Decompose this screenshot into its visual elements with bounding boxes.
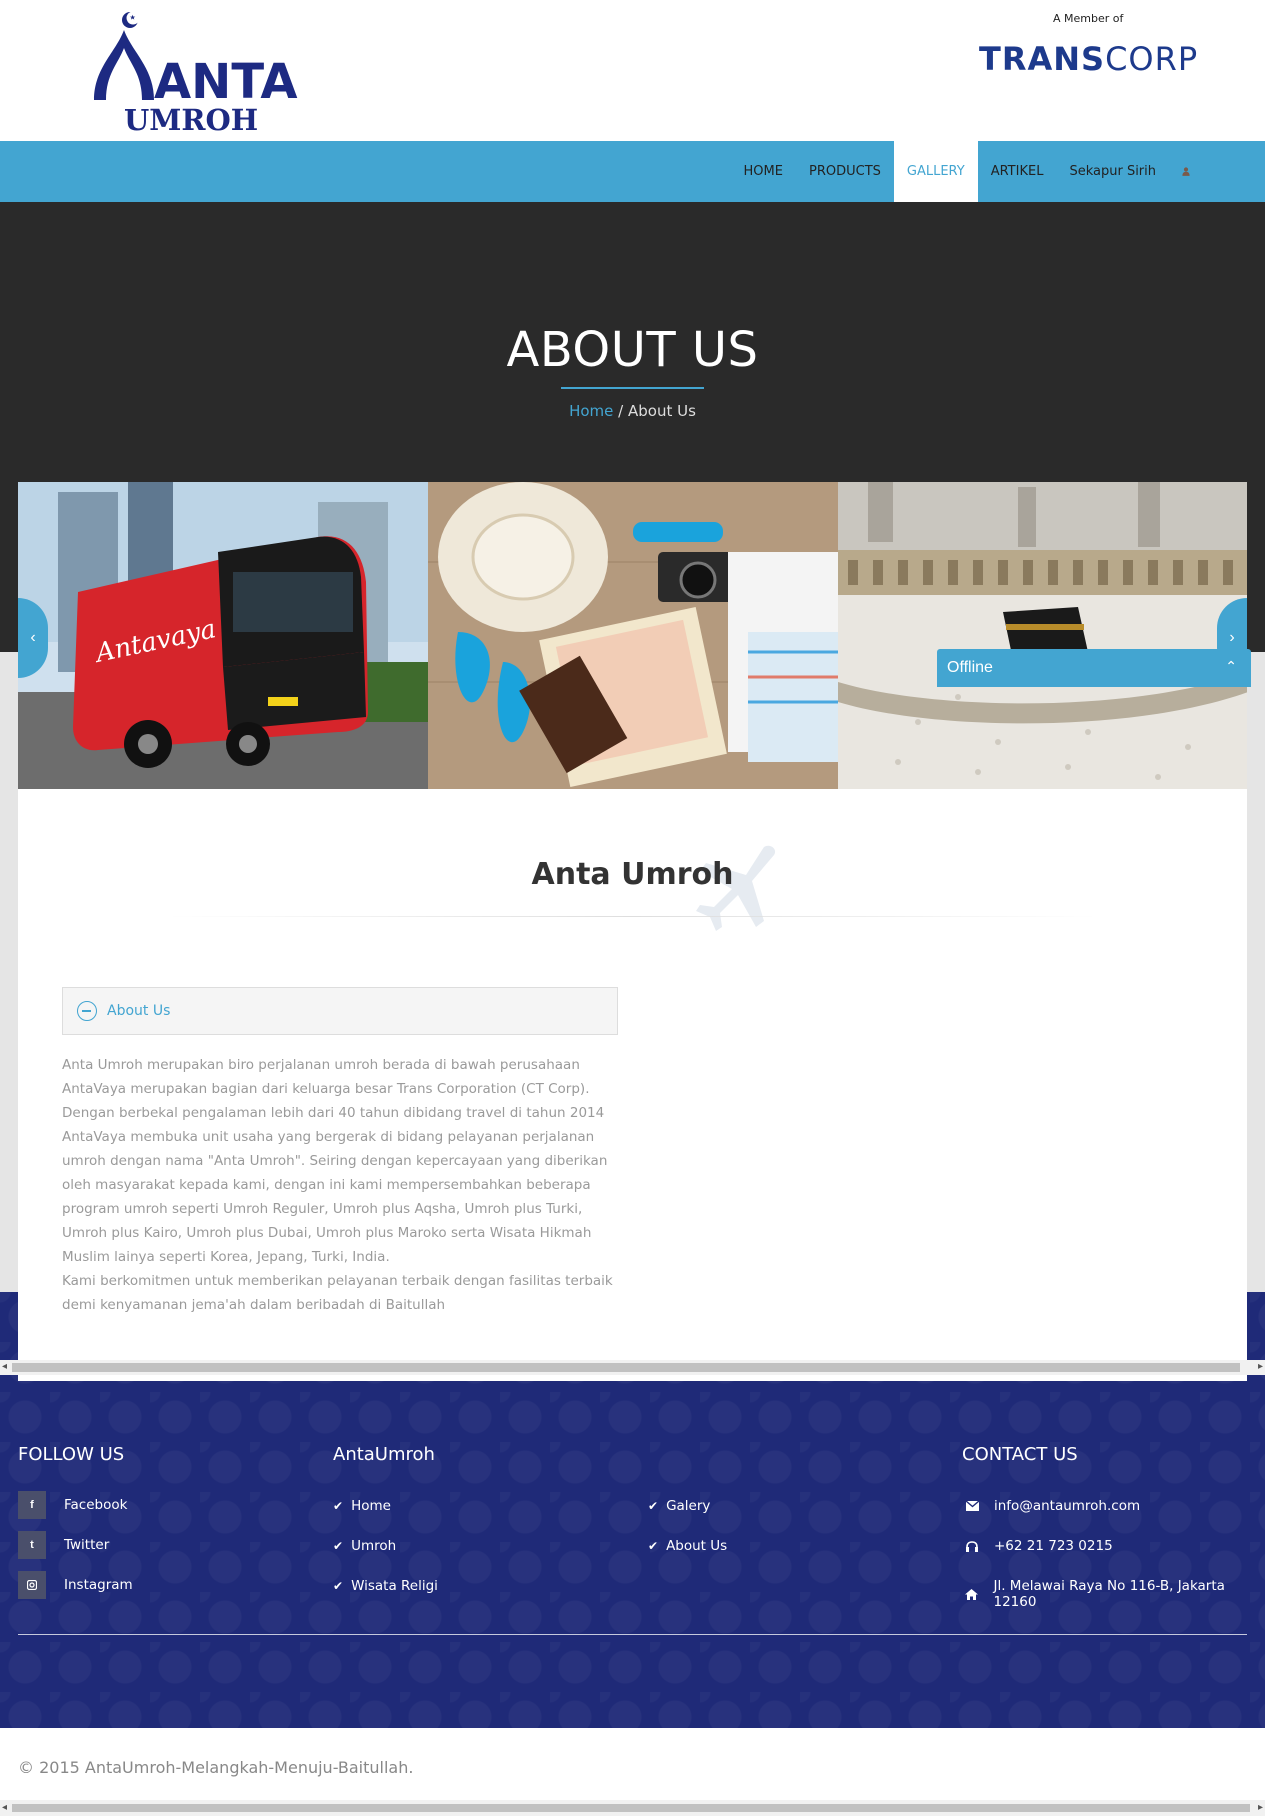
section-divider bbox=[168, 916, 1097, 917]
chevron-up-icon[interactable]: ⌃ bbox=[1225, 658, 1237, 675]
follow-us-heading: FOLLOW US bbox=[18, 1444, 125, 1465]
about-paragraph-2: Kami berkomitmen untuk memberikan pelaya… bbox=[62, 1273, 613, 1313]
breadcrumb-separator: / bbox=[618, 402, 624, 420]
footer-link-wisata-religi[interactable]: ✔ Wisata Religi bbox=[333, 1578, 438, 1594]
social-label: Instagram bbox=[64, 1577, 133, 1593]
contact-address-text: Jl. Melawai Raya No 116-B, Jakarta 12160 bbox=[993, 1578, 1225, 1610]
title-underline bbox=[561, 387, 704, 389]
footer-link-galery[interactable]: ✔ Galery bbox=[648, 1498, 710, 1514]
nav-item-home[interactable]: HOME bbox=[731, 141, 796, 202]
check-icon: ✔ bbox=[333, 1539, 344, 1553]
footer-link-label: Wisata Religi bbox=[351, 1578, 438, 1594]
about-us-accordion-body: Anta Umroh merupakan biro perjalanan umr… bbox=[62, 1053, 622, 1317]
scrollbar-thumb[interactable] bbox=[12, 1804, 1250, 1812]
footer-link-label: About Us bbox=[666, 1538, 728, 1554]
instagram-icon bbox=[18, 1571, 46, 1599]
nav-item-gallery[interactable]: GALLERY bbox=[893, 141, 978, 202]
check-icon: ✔ bbox=[333, 1499, 344, 1513]
scroll-right-arrow-icon[interactable]: ▸ bbox=[1258, 1802, 1263, 1813]
breadcrumb-current: About Us bbox=[628, 402, 696, 420]
headset-icon bbox=[962, 1540, 982, 1552]
slide-kaaba-photo[interactable] bbox=[838, 482, 1247, 789]
site-header: ANTA UMROH A Member of TRANSCORP bbox=[0, 0, 1265, 141]
breadcrumb: Home / About Us bbox=[0, 402, 1265, 420]
footer-link-label: Home bbox=[351, 1498, 391, 1514]
horizontal-scrollbar[interactable]: ◂ ▸ bbox=[0, 1360, 1265, 1375]
contact-email[interactable]: info@antaumroh.com bbox=[962, 1498, 1140, 1514]
chat-status-label: Offline bbox=[947, 659, 993, 676]
nav-item-artikel[interactable]: ARTIKEL bbox=[978, 141, 1057, 202]
nav-item-products[interactable]: PRODUCTS bbox=[796, 141, 894, 202]
footer-link-label: Umroh bbox=[351, 1538, 397, 1554]
social-label: Facebook bbox=[64, 1497, 128, 1513]
transcorp-word-trans: TRANS bbox=[979, 40, 1106, 78]
transcorp-wordmark: TRANSCORP bbox=[979, 40, 1198, 78]
transcorp-member-logo[interactable]: A Member of TRANSCORP bbox=[975, 10, 1205, 80]
home-icon bbox=[962, 1588, 981, 1600]
nav-menu: HOME PRODUCTS GALLERY ARTIKEL Sekapur Si… bbox=[731, 141, 1203, 202]
accordion-label: About Us bbox=[107, 1003, 171, 1019]
envelope-icon bbox=[962, 1501, 982, 1511]
social-facebook-link[interactable]: f Facebook bbox=[18, 1491, 127, 1519]
footer-link-home[interactable]: ✔ Home bbox=[333, 1498, 391, 1514]
member-of-text: A Member of bbox=[1053, 12, 1124, 25]
check-icon: ✔ bbox=[648, 1499, 659, 1513]
facebook-icon: f bbox=[18, 1491, 46, 1519]
page-title: ABOUT US bbox=[506, 322, 759, 378]
offline-chat-widget[interactable]: Offline ⌃ bbox=[937, 649, 1251, 687]
about-us-accordion-header[interactable]: About Us bbox=[62, 987, 618, 1035]
social-twitter-link[interactable]: t Twitter bbox=[18, 1531, 109, 1559]
footer-link-umroh[interactable]: ✔ Umroh bbox=[333, 1538, 396, 1554]
contact-address: Jl. Melawai Raya No 116-B, Jakarta 12160 bbox=[962, 1578, 1265, 1610]
antaumroh-links-heading: AntaUmroh bbox=[333, 1444, 435, 1465]
slide-travel-items-photo[interactable] bbox=[428, 482, 838, 789]
chevron-right-icon: › bbox=[1229, 629, 1235, 646]
footer-link-about-us[interactable]: ✔ About Us bbox=[648, 1538, 727, 1554]
about-content-card: Anta Umroh About Us Anta Umroh merupakan… bbox=[18, 789, 1247, 1381]
nav-item-sekapur-sirih[interactable]: Sekapur Sirih bbox=[1056, 141, 1169, 202]
contact-email-text: info@antaumroh.com bbox=[994, 1498, 1141, 1514]
check-icon: ✔ bbox=[333, 1579, 344, 1593]
breadcrumb-home-link[interactable]: Home bbox=[569, 402, 613, 420]
collapse-minus-icon bbox=[77, 1001, 97, 1021]
main-navbar: HOME PRODUCTS GALLERY ARTIKEL Sekapur Si… bbox=[0, 141, 1265, 202]
contact-phone[interactable]: +62 21 723 0215 bbox=[962, 1538, 1113, 1554]
social-label: Twitter bbox=[64, 1537, 110, 1553]
page-horizontal-scrollbar[interactable]: ◂ ▸ bbox=[0, 1800, 1265, 1816]
transcorp-word-corp: CORP bbox=[1105, 40, 1199, 78]
chevron-left-icon: ‹ bbox=[30, 629, 36, 646]
logo-word-umroh: UMROH bbox=[124, 103, 258, 134]
footer-link-label: Galery bbox=[666, 1498, 711, 1514]
check-icon: ✔ bbox=[648, 1539, 659, 1553]
scrollbar-thumb[interactable] bbox=[12, 1363, 1240, 1372]
slide-bus-photo[interactable]: Antavaya bbox=[18, 482, 428, 789]
social-instagram-link[interactable]: Instagram bbox=[18, 1571, 133, 1599]
scroll-left-arrow-icon[interactable]: ◂ bbox=[2, 1361, 7, 1372]
logo-word-anta: ANTA bbox=[154, 54, 297, 110]
copyright-text: © 2015 AntaUmroh-Melangkah-Menuju-Baitul… bbox=[18, 1758, 414, 1777]
user-menu-button[interactable] bbox=[1169, 141, 1203, 202]
contact-us-heading: CONTACT US bbox=[962, 1444, 1078, 1465]
contact-phone-text: +62 21 723 0215 bbox=[994, 1538, 1113, 1554]
about-paragraph-1: Anta Umroh merupakan biro perjalanan umr… bbox=[62, 1057, 608, 1265]
scroll-left-arrow-icon[interactable]: ◂ bbox=[2, 1802, 7, 1813]
image-slider: Antavaya bbox=[18, 482, 1247, 789]
twitter-icon: t bbox=[18, 1531, 46, 1559]
scroll-right-arrow-icon[interactable]: ▸ bbox=[1258, 1361, 1263, 1372]
footer-divider bbox=[18, 1634, 1247, 1635]
anta-umroh-logo[interactable]: ANTA UMROH bbox=[88, 8, 298, 137]
section-title: Anta Umroh bbox=[531, 857, 734, 892]
user-icon bbox=[1182, 167, 1190, 176]
